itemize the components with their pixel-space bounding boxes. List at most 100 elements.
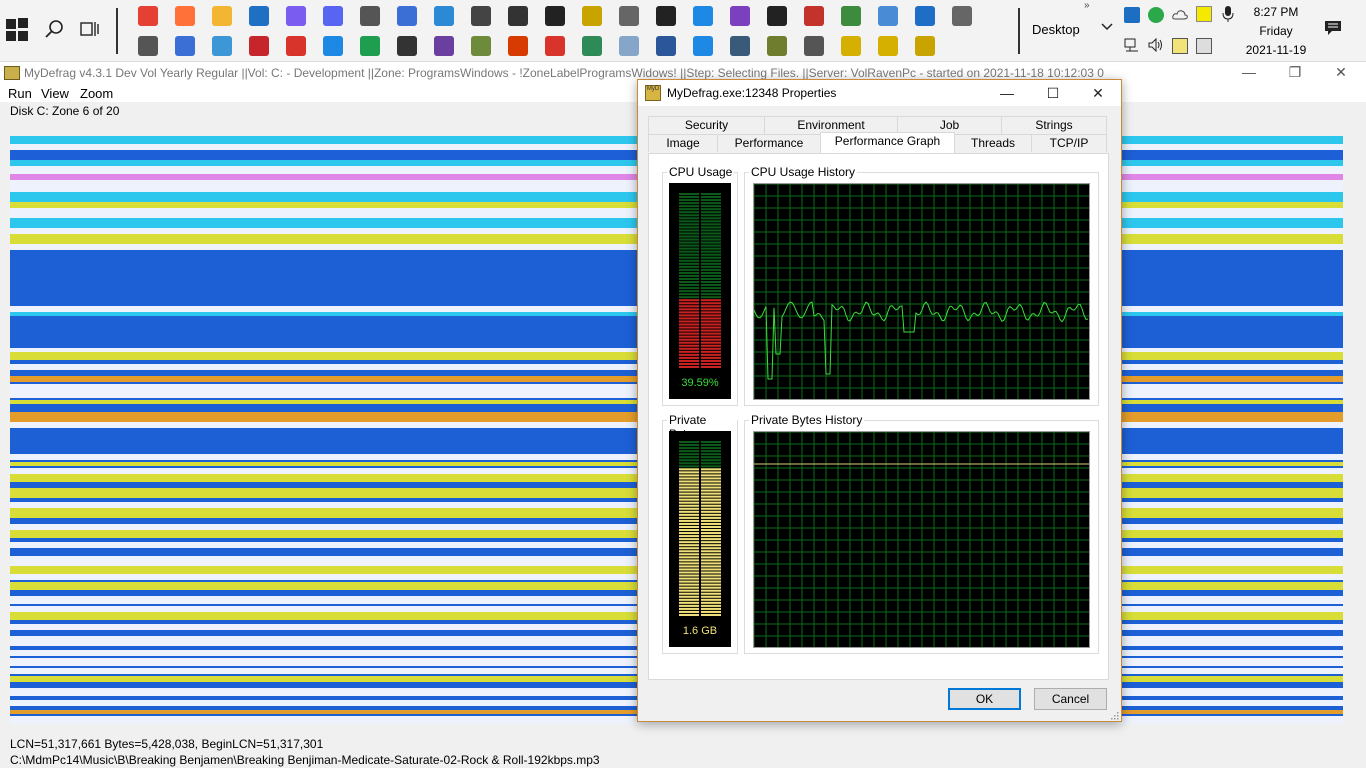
cpu-usage-label: CPU Usage bbox=[667, 165, 735, 179]
pinned-app-icon[interactable] bbox=[582, 6, 602, 26]
desktop-toolbar-label[interactable]: Desktop bbox=[1032, 22, 1080, 37]
dialog-minimize-button[interactable]: — bbox=[984, 80, 1030, 106]
tab-image[interactable]: Image bbox=[648, 134, 718, 152]
pinned-app-icon[interactable] bbox=[508, 6, 528, 26]
pinned-app-icon[interactable] bbox=[286, 6, 306, 26]
meter-segment bbox=[701, 513, 721, 516]
pinned-app-icon[interactable] bbox=[915, 6, 935, 26]
close-button[interactable]: ✕ bbox=[1318, 62, 1364, 84]
meter-segment bbox=[679, 595, 699, 598]
pinned-app-icon[interactable] bbox=[138, 36, 158, 56]
pinned-app-icon[interactable] bbox=[138, 6, 158, 26]
pinned-app-icon[interactable] bbox=[656, 6, 676, 26]
pinned-app-icon[interactable] bbox=[360, 6, 380, 26]
ok-button[interactable]: OK bbox=[948, 688, 1021, 710]
pinned-app-icon[interactable] bbox=[434, 6, 454, 26]
tab-performance-graph[interactable]: Performance Graph bbox=[820, 132, 955, 153]
windows-start-icon[interactable] bbox=[6, 18, 30, 42]
meter-segment bbox=[679, 247, 699, 250]
pinned-app-icon[interactable] bbox=[323, 36, 343, 56]
cpu-usage-value: 39.59% bbox=[681, 377, 719, 389]
pinned-app-icon[interactable] bbox=[249, 6, 269, 26]
pinned-app-icon[interactable] bbox=[878, 6, 898, 26]
meter-segment bbox=[679, 550, 699, 553]
pinned-app-icon[interactable] bbox=[508, 36, 528, 56]
pinned-app-icon[interactable] bbox=[693, 6, 713, 26]
pinned-app-icon[interactable] bbox=[841, 6, 861, 26]
pinned-app-icon[interactable] bbox=[545, 6, 565, 26]
resize-grip-icon[interactable] bbox=[1109, 709, 1119, 720]
chevron-down-icon[interactable] bbox=[1100, 20, 1114, 37]
dialog-title-bar[interactable]: MyD MyDefrag.exe:12348 Properties — ☐ ✕ bbox=[638, 80, 1121, 106]
meter-segment bbox=[679, 305, 699, 308]
meter-segment bbox=[701, 447, 721, 450]
meter-segment bbox=[679, 235, 699, 238]
pinned-app-icon[interactable] bbox=[767, 36, 787, 56]
pinned-app-icon[interactable] bbox=[582, 36, 602, 56]
pinned-app-icon[interactable] bbox=[730, 6, 750, 26]
pinned-app-icon[interactable] bbox=[471, 36, 491, 56]
pinned-app-icon[interactable] bbox=[360, 36, 380, 56]
tab-performance[interactable]: Performance bbox=[717, 134, 821, 152]
pinned-app-icon[interactable] bbox=[656, 36, 676, 56]
meter-segment bbox=[679, 323, 699, 326]
pinned-app-icon[interactable] bbox=[693, 36, 713, 56]
dialog-close-button[interactable]: ✕ bbox=[1075, 80, 1121, 106]
pinned-app-icon[interactable] bbox=[841, 36, 861, 56]
minimize-button[interactable]: — bbox=[1226, 62, 1272, 84]
outlook-tray-icon[interactable] bbox=[1124, 7, 1140, 23]
meter-segment bbox=[701, 519, 721, 522]
ime-tray-icon[interactable] bbox=[1172, 38, 1188, 54]
pinned-app-icon[interactable] bbox=[434, 36, 454, 56]
pinned-app-icon[interactable] bbox=[915, 36, 935, 56]
pinned-app-icon[interactable] bbox=[212, 36, 232, 56]
pinned-app-icon[interactable] bbox=[323, 6, 343, 26]
sticky-note-tray-icon[interactable] bbox=[1196, 6, 1212, 22]
more-toolbars-chevron-icon[interactable]: » bbox=[1084, 0, 1090, 11]
meter-segment bbox=[679, 580, 699, 583]
pinned-app-icon[interactable] bbox=[175, 36, 195, 56]
pinned-app-icon[interactable] bbox=[397, 6, 417, 26]
printer-tray-icon[interactable] bbox=[1196, 38, 1212, 54]
pinned-app-icon[interactable] bbox=[804, 6, 824, 26]
shield-tray-icon[interactable] bbox=[1148, 7, 1164, 23]
pinned-app-icon[interactable] bbox=[619, 36, 639, 56]
tab-tcpip[interactable]: TCP/IP bbox=[1031, 134, 1107, 152]
action-center-icon[interactable] bbox=[1324, 20, 1342, 36]
onedrive-icon[interactable] bbox=[1172, 9, 1188, 25]
dialog-maximize-button[interactable]: ☐ bbox=[1030, 80, 1076, 106]
menu-run[interactable]: Run bbox=[8, 86, 32, 101]
meter-segment bbox=[679, 483, 699, 486]
task-view-icon[interactable] bbox=[78, 18, 100, 40]
pinned-app-icon[interactable] bbox=[952, 6, 972, 26]
volume-icon[interactable] bbox=[1148, 37, 1164, 54]
pinned-app-icon[interactable] bbox=[767, 6, 787, 26]
pinned-app-icon[interactable] bbox=[878, 36, 898, 56]
search-icon[interactable] bbox=[44, 18, 66, 40]
clock[interactable]: 8:27 PM Friday 2021-11-19 bbox=[1238, 3, 1314, 60]
pinned-app-icon[interactable] bbox=[175, 6, 195, 26]
meter-segment bbox=[679, 522, 699, 525]
pinned-app-icon[interactable] bbox=[804, 36, 824, 56]
pinned-app-icon[interactable] bbox=[619, 6, 639, 26]
pinned-app-icon[interactable] bbox=[397, 36, 417, 56]
pinned-app-icon[interactable] bbox=[212, 6, 232, 26]
cpu-usage-meter: 39.59% bbox=[669, 183, 731, 399]
restore-button[interactable]: ❐ bbox=[1272, 62, 1318, 84]
microphone-icon[interactable] bbox=[1220, 5, 1236, 22]
pinned-app-icon[interactable] bbox=[249, 36, 269, 56]
meter-segment bbox=[701, 235, 721, 238]
pinned-app-icon[interactable] bbox=[286, 36, 306, 56]
menu-zoom[interactable]: Zoom bbox=[80, 86, 113, 101]
pinned-app-icon[interactable] bbox=[730, 36, 750, 56]
pinned-app-icon[interactable] bbox=[545, 36, 565, 56]
meter-segment bbox=[679, 525, 699, 528]
network-icon[interactable] bbox=[1124, 38, 1140, 54]
mydefrag-app-icon bbox=[4, 66, 20, 80]
tab-strings[interactable]: Strings bbox=[1001, 116, 1107, 134]
cancel-button[interactable]: Cancel bbox=[1034, 688, 1107, 710]
tab-security[interactable]: Security bbox=[648, 116, 765, 134]
tab-threads[interactable]: Threads bbox=[954, 134, 1032, 152]
menu-view[interactable]: View bbox=[41, 86, 69, 101]
pinned-app-icon[interactable] bbox=[471, 6, 491, 26]
